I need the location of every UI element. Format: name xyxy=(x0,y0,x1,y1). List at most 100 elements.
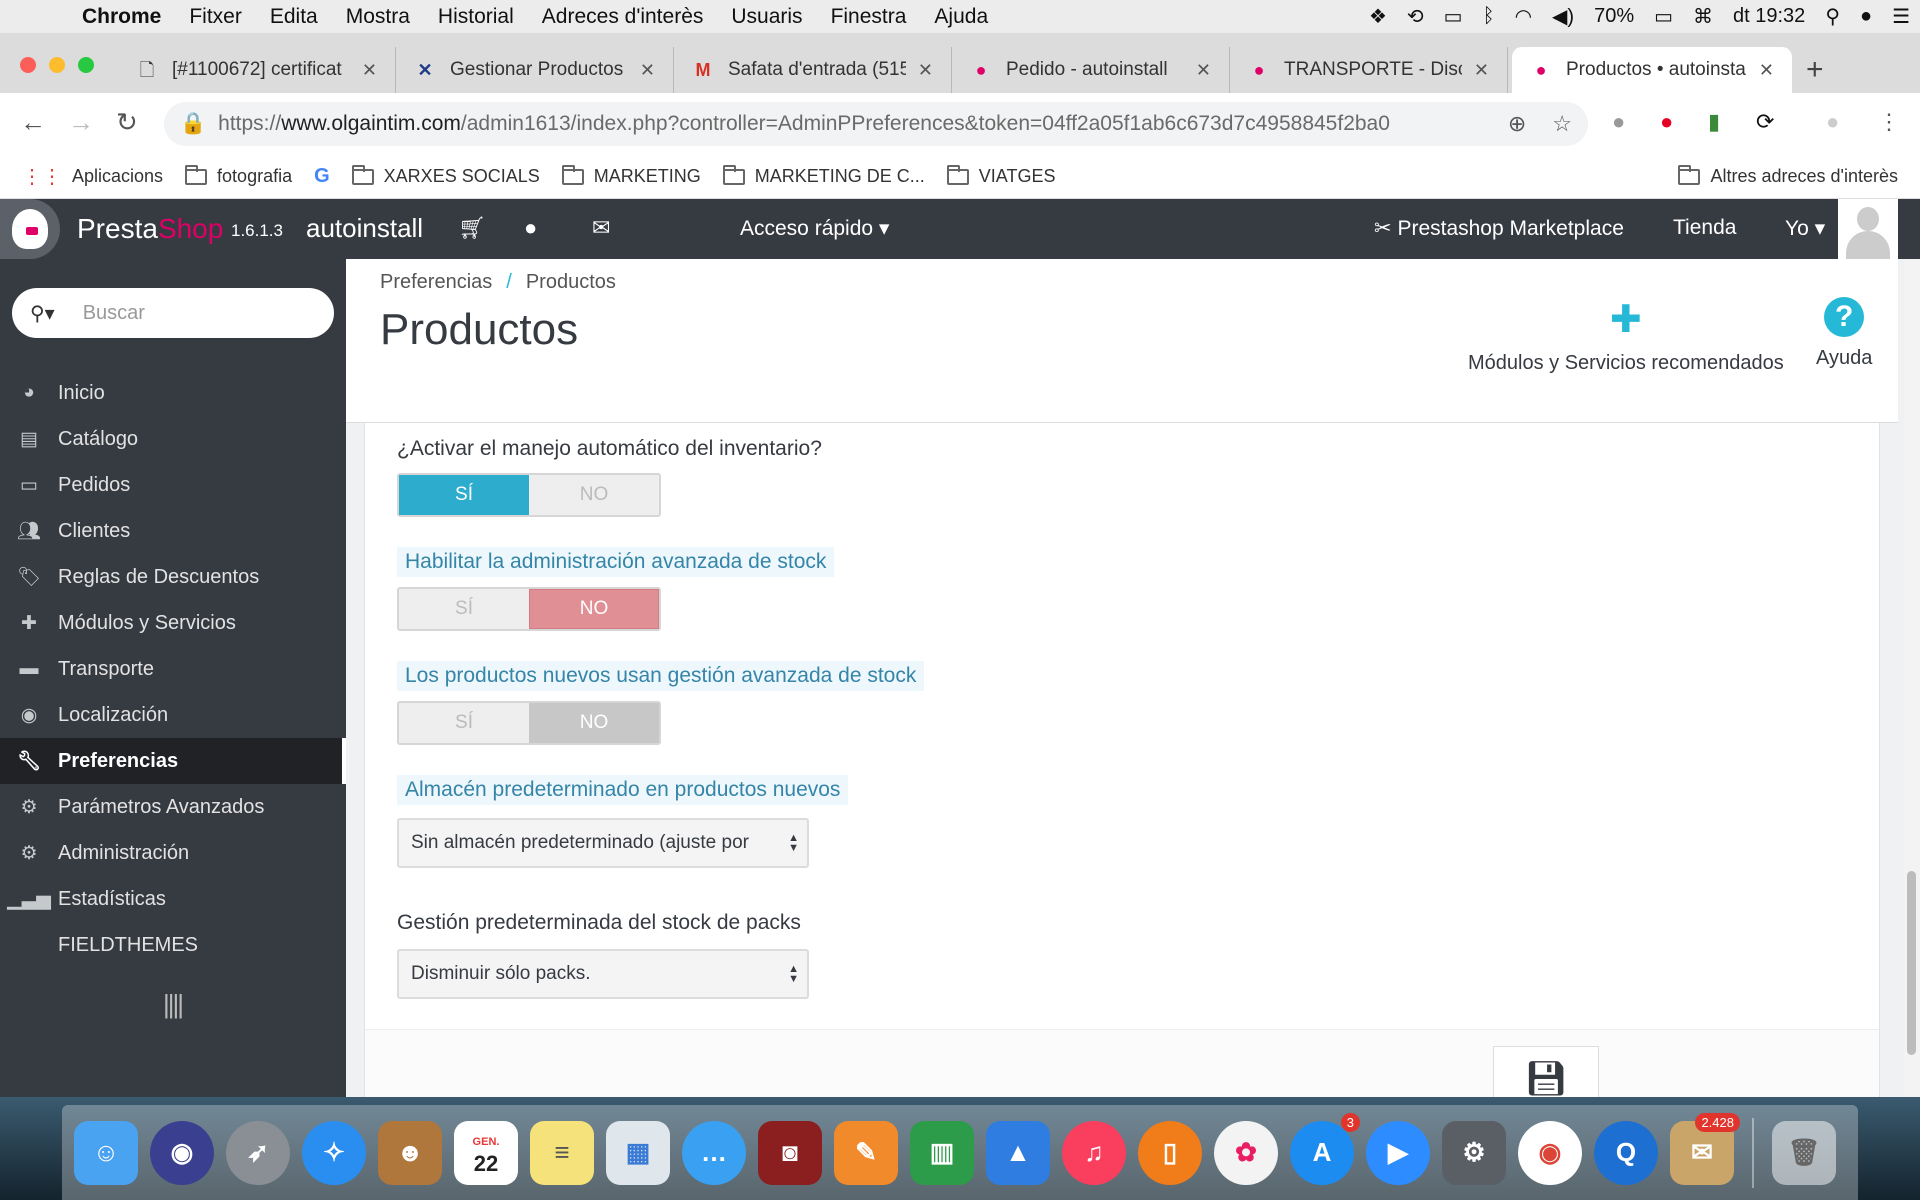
finder-icon[interactable]: ☺ xyxy=(74,1120,138,1185)
system-preferences-icon[interactable]: ⚙ xyxy=(1442,1120,1506,1185)
bookmark-fotografia[interactable]: fotografia xyxy=(185,164,292,187)
sync-extension-icon[interactable]: ⟳ xyxy=(1756,109,1774,135)
new-products-asm-no[interactable]: NO xyxy=(529,703,659,743)
reload-icon[interactable]: ↻ xyxy=(116,107,138,138)
chrome-menu-icon[interactable]: ⋮ xyxy=(1878,109,1900,135)
menu-ajuda[interactable]: Ajuda xyxy=(934,5,988,29)
zoom-icon[interactable]: ⊕ xyxy=(1508,111,1526,137)
timemachine-icon[interactable]: ⟲ xyxy=(1407,4,1424,29)
window-close-button[interactable] xyxy=(20,57,36,73)
tab-gmail[interactable]: M Safata d'entrada (515 ✕ xyxy=(674,47,952,93)
menubar-clock[interactable]: dt 19:32 xyxy=(1733,5,1805,28)
marketplace-link[interactable]: ✂ Prestashop Marketplace xyxy=(1374,216,1624,241)
menu-mostra[interactable]: Mostra xyxy=(346,5,410,29)
tab-transporte[interactable]: ● TRANSPORTE - Discu ✕ xyxy=(1230,47,1508,93)
address-bar[interactable]: 🔒 https://www.olgaintim.com/admin1613/in… xyxy=(164,102,1588,146)
sidebar-item-catalogo[interactable]: ▤ Catálogo xyxy=(0,416,346,462)
ibooks-icon[interactable]: ▯ xyxy=(1138,1120,1202,1185)
profile-icon[interactable]: ● xyxy=(1826,109,1839,135)
default-warehouse-select[interactable]: Sin almacén predeterminado (ajuste por ▲… xyxy=(397,818,809,868)
photo-booth-icon[interactable]: ◙ xyxy=(758,1120,822,1185)
breadcrumb-item[interactable]: Preferencias xyxy=(380,271,492,293)
search-icon[interactable]: ⚲▾ xyxy=(30,301,55,326)
sidebar-item-parametros[interactable]: ⚙ Parámetros Avanzados xyxy=(0,784,346,830)
menu-adreces[interactable]: Adreces d'interès xyxy=(542,5,704,29)
pages-icon[interactable]: ✎ xyxy=(834,1120,898,1185)
sidebar-item-pedidos[interactable]: ▭ Pedidos xyxy=(0,462,346,508)
bookmark-marketing-de-c[interactable]: MARKETING DE C... xyxy=(722,164,925,187)
user-icon[interactable]: ● xyxy=(524,215,537,241)
sidebar-item-administracion[interactable]: ⚙ Administración xyxy=(0,830,346,876)
menu-historial[interactable]: Historial xyxy=(438,5,514,29)
tienda-link[interactable]: Tienda xyxy=(1673,216,1736,240)
airplay-icon[interactable]: ▭ xyxy=(1444,4,1463,29)
tab-close-icon[interactable]: ✕ xyxy=(918,60,933,81)
tab-close-icon[interactable]: ✕ xyxy=(1196,60,1211,81)
tab-close-icon[interactable]: ✕ xyxy=(1759,60,1774,81)
bookmark-viatges[interactable]: VIATGES xyxy=(946,164,1055,187)
auto-stock-no[interactable]: NO xyxy=(529,475,659,515)
quicktime-icon[interactable]: Q xyxy=(1594,1120,1658,1185)
forward-arrow-icon[interactable]: → xyxy=(68,107,94,138)
contacts-icon[interactable]: ☻ xyxy=(378,1120,442,1185)
menu-edita[interactable]: Edita xyxy=(270,5,318,29)
menu-app-name[interactable]: Chrome xyxy=(82,5,161,29)
search-input[interactable]: Buscar xyxy=(83,302,145,325)
tab-close-icon[interactable]: ✕ xyxy=(640,60,655,81)
scrollbar-thumb[interactable] xyxy=(1907,871,1916,1055)
sidebar-item-modulos[interactable]: ✚ Módulos y Servicios xyxy=(0,600,346,646)
tab-productos-active[interactable]: ● Productos • autoinsta ✕ xyxy=(1512,47,1792,93)
shop-name-link[interactable]: autoinstall xyxy=(306,213,423,244)
new-tab-button[interactable]: + xyxy=(1806,53,1824,87)
cart-icon[interactable]: 🛒︎ xyxy=(458,215,486,241)
siri-icon[interactable]: ● xyxy=(1860,5,1872,28)
volume-icon[interactable]: ◀) xyxy=(1552,4,1574,29)
app-store-icon[interactable]: A3 xyxy=(1290,1112,1360,1185)
advanced-stock-no[interactable]: NO xyxy=(529,589,659,629)
wifi-icon[interactable]: ◠ xyxy=(1515,4,1532,29)
auto-stock-yes[interactable]: SÍ xyxy=(399,475,529,515)
launchpad-icon[interactable]: ➶ xyxy=(226,1120,290,1185)
tab-close-icon[interactable]: ✕ xyxy=(1474,60,1489,81)
extension-grey-icon[interactable]: ● xyxy=(1612,109,1625,135)
bookmark-star-icon[interactable]: ☆ xyxy=(1552,111,1572,137)
menu-fitxer[interactable]: Fitxer xyxy=(189,5,242,29)
sidebar-item-transporte[interactable]: ▬ Transporte xyxy=(0,646,346,692)
help-button[interactable]: ? Ayuda xyxy=(1816,297,1872,370)
sidebar-item-inicio[interactable]: ◕ Inicio xyxy=(0,370,346,416)
bookmark-marketing[interactable]: MARKETING xyxy=(561,164,701,187)
sidebar-item-fieldthemes[interactable]: FIELDTHEMES xyxy=(0,922,346,968)
numbers-icon[interactable]: ▥ xyxy=(910,1120,974,1185)
battery-percent[interactable]: 70% xyxy=(1594,5,1634,28)
advanced-stock-yes[interactable]: SÍ xyxy=(399,589,529,629)
modules-recommended-button[interactable]: ✚ Módulos y Servicios recomendados xyxy=(1468,297,1784,375)
avatar[interactable] xyxy=(1838,199,1898,259)
bookmark-apps[interactable]: ⋮⋮ Aplicacions xyxy=(22,164,163,189)
itunes-icon[interactable]: ♫ xyxy=(1062,1120,1126,1185)
advanced-stock-switch[interactable]: SÍ NO xyxy=(397,587,661,631)
mail-icon[interactable]: ✉ 2.428 xyxy=(1670,1112,1740,1185)
sidebar-item-localizacion[interactable]: ◉ Localización xyxy=(0,692,346,738)
sidebar-item-clientes[interactable]: 👥︎ Clientes xyxy=(0,508,346,554)
back-arrow-icon[interactable]: ← xyxy=(20,107,46,138)
tab-gestionar-productos[interactable]: ✕ Gestionar Productos ✕ xyxy=(396,47,674,93)
chart-extension-icon[interactable]: ▮ xyxy=(1708,109,1720,135)
safari-icon[interactable]: ✧ xyxy=(302,1120,366,1185)
calendar-icon[interactable]: GEN. 22 xyxy=(454,1120,518,1185)
page-scrollbar[interactable] xyxy=(1904,259,1920,1097)
keyboard-icon[interactable]: ⌘ xyxy=(1693,4,1713,29)
notes-icon[interactable]: ≡ xyxy=(530,1120,594,1185)
tab-close-icon[interactable]: ✕ xyxy=(362,60,377,81)
new-products-asm-yes[interactable]: SÍ xyxy=(399,703,529,743)
notification-center-icon[interactable]: ☰ xyxy=(1892,4,1910,29)
messages-icon[interactable]: … xyxy=(682,1120,746,1185)
zoom-app-icon[interactable]: ▶ xyxy=(1366,1120,1430,1185)
sidebar-item-reglas[interactable]: 🏷︎ Reglas de Descuentos xyxy=(0,554,346,600)
spotlight-search-icon[interactable]: ⚲ xyxy=(1825,4,1840,29)
quick-access-dropdown[interactable]: Acceso rápido ▾ xyxy=(740,216,889,241)
dropbox-icon[interactable]: ❖ xyxy=(1369,4,1387,29)
keynote-icon[interactable]: ▲ xyxy=(986,1120,1050,1185)
bookmark-other[interactable]: Altres adreces d'interès xyxy=(1678,164,1898,187)
new-products-asm-switch[interactable]: SÍ NO xyxy=(397,701,661,745)
pack-stock-select[interactable]: Disminuir sólo packs. ▲ ▼ xyxy=(397,949,809,999)
